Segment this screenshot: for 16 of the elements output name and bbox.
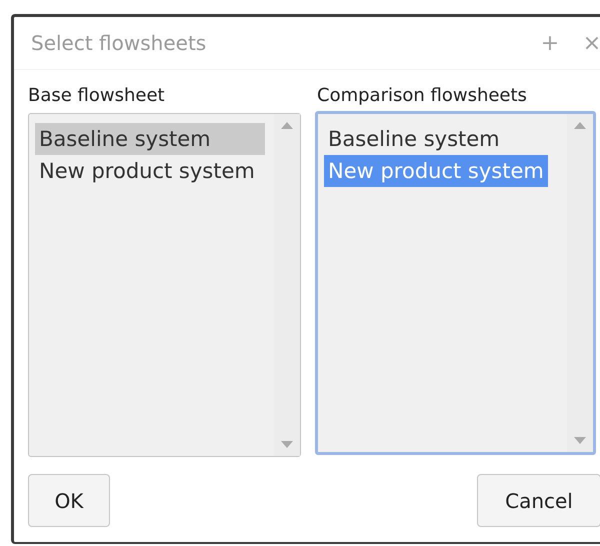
scroll-down-icon[interactable] xyxy=(574,437,586,444)
scroll-up-icon[interactable] xyxy=(281,122,293,129)
scrollbar[interactable] xyxy=(274,114,300,456)
scroll-up-icon[interactable] xyxy=(574,122,586,129)
ok-button[interactable]: OK xyxy=(28,474,110,527)
list-item[interactable]: Baseline system xyxy=(35,123,265,155)
list-label: Comparison flowsheets xyxy=(317,85,528,106)
window-title: Select flowsheets xyxy=(31,31,208,55)
scroll-down-icon[interactable] xyxy=(281,441,293,448)
scrollbar[interactable] xyxy=(567,114,593,452)
list-box[interactable]: Baseline system New product system xyxy=(315,111,596,455)
list-item[interactable]: Baseline system xyxy=(324,123,504,155)
list-box[interactable]: Baseline system New product system xyxy=(28,113,301,457)
list-label: Base flowsheet xyxy=(28,85,166,106)
list-item[interactable]: New product system xyxy=(35,155,259,187)
cancel-button[interactable]: Cancel xyxy=(477,474,600,527)
